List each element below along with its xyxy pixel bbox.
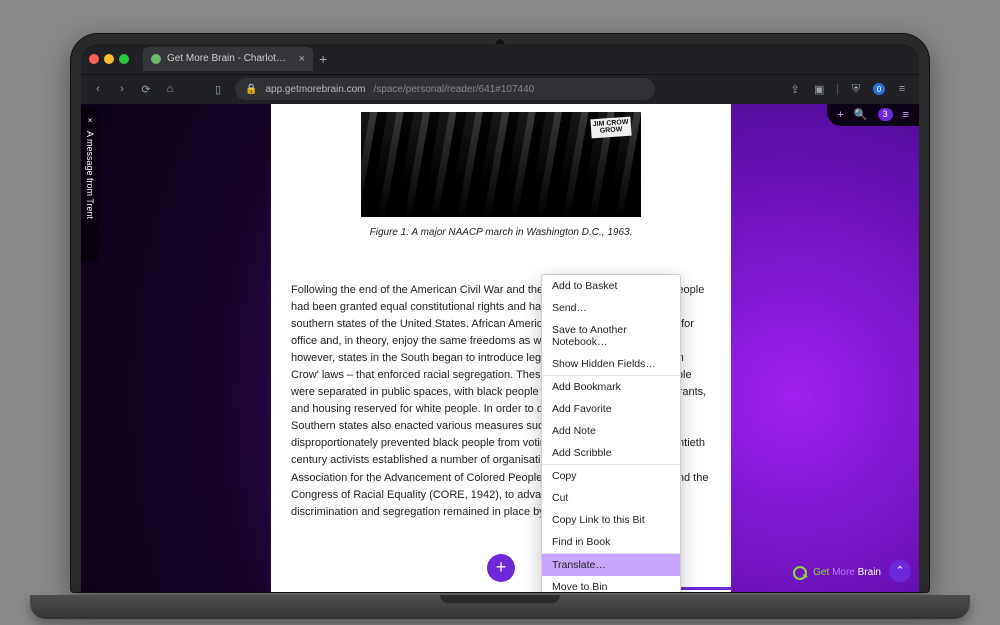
bookmark-icon[interactable]: ▯ (211, 83, 225, 96)
figure-image: JIM CROWGROW (361, 112, 641, 217)
brand-label: Get More Brain (793, 566, 881, 580)
laptop-base (30, 595, 970, 619)
pip-icon[interactable]: ▣ (812, 83, 826, 96)
chevron-up-button[interactable]: ⌃ (889, 560, 911, 582)
context-menu-item[interactable]: Save to Another Notebook… (542, 319, 680, 353)
context-menu: Add to BasketSend…Save to Another Notebo… (541, 274, 681, 592)
top-toolbar: + 🔍 3 ≡ (827, 104, 919, 126)
maximize-window-button[interactable] (119, 54, 129, 64)
url-bar: ‹ › ⟳ ⌂ ▯ 🔒 app.getmorebrain.com/space/p… (81, 74, 919, 104)
url-host: app.getmorebrain.com (265, 84, 365, 95)
figure-caption: Figure 1: A major NAACP march in Washing… (291, 225, 711, 241)
notification-badge[interactable]: 3 (878, 108, 893, 121)
protest-sign: JIM CROWGROW (591, 116, 632, 137)
minimize-window-button[interactable] (104, 54, 114, 64)
context-menu-item[interactable]: Add to Basket (542, 275, 680, 297)
hamburger-icon[interactable]: ≡ (903, 109, 909, 121)
tab-title: Get More Brain - Charlottes N (167, 53, 289, 64)
screen: Get More Brain - Charlottes N × + ‹ › ⟳ … (81, 44, 919, 592)
app-viewport: × A message from Trent + 🔍 3 ≡ JIM CROWG… (81, 104, 919, 592)
share-icon[interactable]: ⇪ (788, 83, 802, 96)
add-content-button[interactable]: + (487, 554, 515, 582)
browser-chrome: Get More Brain - Charlottes N × + ‹ › ⟳ … (81, 44, 919, 104)
tab-bar: Get More Brain - Charlottes N × + (81, 44, 919, 74)
url-path: /space/personal/reader/641#107440 (374, 84, 535, 95)
side-message-label: A message from Trent (85, 131, 95, 219)
brand-bubble-icon (793, 566, 807, 580)
search-icon[interactable]: 🔍 (854, 108, 868, 121)
context-menu-item[interactable]: Cut (542, 487, 680, 509)
context-menu-item[interactable]: Translate… (542, 554, 680, 576)
context-menu-item[interactable]: Send… (542, 297, 680, 319)
favicon-icon (151, 54, 161, 64)
close-tab-button[interactable]: × (299, 53, 305, 65)
close-window-button[interactable] (89, 54, 99, 64)
context-menu-item[interactable]: Add Scribble (542, 442, 680, 464)
lock-icon: 🔒 (245, 84, 257, 95)
browser-tab[interactable]: Get More Brain - Charlottes N × (143, 47, 313, 71)
side-message-panel[interactable]: × A message from Trent (81, 108, 99, 262)
reload-button[interactable]: ⟳ (139, 83, 153, 96)
context-menu-item[interactable]: Show Hidden Fields… (542, 353, 680, 375)
menu-icon[interactable]: ≡ (895, 83, 909, 95)
context-menu-item[interactable]: Find in Book (542, 531, 680, 553)
figure: JIM CROWGROW Figure 1: A major NAACP mar… (291, 112, 711, 241)
context-menu-item[interactable]: Copy Link to this Bit (542, 509, 680, 531)
context-menu-item[interactable]: Add Bookmark (542, 376, 680, 398)
context-menu-item[interactable]: Add Favorite (542, 398, 680, 420)
window-controls (89, 54, 129, 64)
context-menu-item[interactable]: Copy (542, 465, 680, 487)
indicator-badge: 0 (873, 83, 885, 95)
close-icon[interactable]: × (86, 116, 95, 125)
forward-button[interactable]: › (115, 83, 129, 95)
context-menu-item[interactable]: Add Note (542, 420, 680, 442)
shield-icon[interactable]: ⛨ (849, 83, 863, 96)
new-tab-button[interactable]: + (319, 51, 327, 67)
context-menu-item[interactable]: Move to Bin (542, 576, 680, 592)
back-button[interactable]: ‹ (91, 83, 105, 95)
home-button[interactable]: ⌂ (163, 83, 177, 95)
laptop-frame: Get More Brain - Charlottes N × + ‹ › ⟳ … (70, 33, 930, 593)
add-button[interactable]: + (837, 109, 843, 121)
address-input[interactable]: 🔒 app.getmorebrain.com/space/personal/re… (235, 78, 655, 100)
